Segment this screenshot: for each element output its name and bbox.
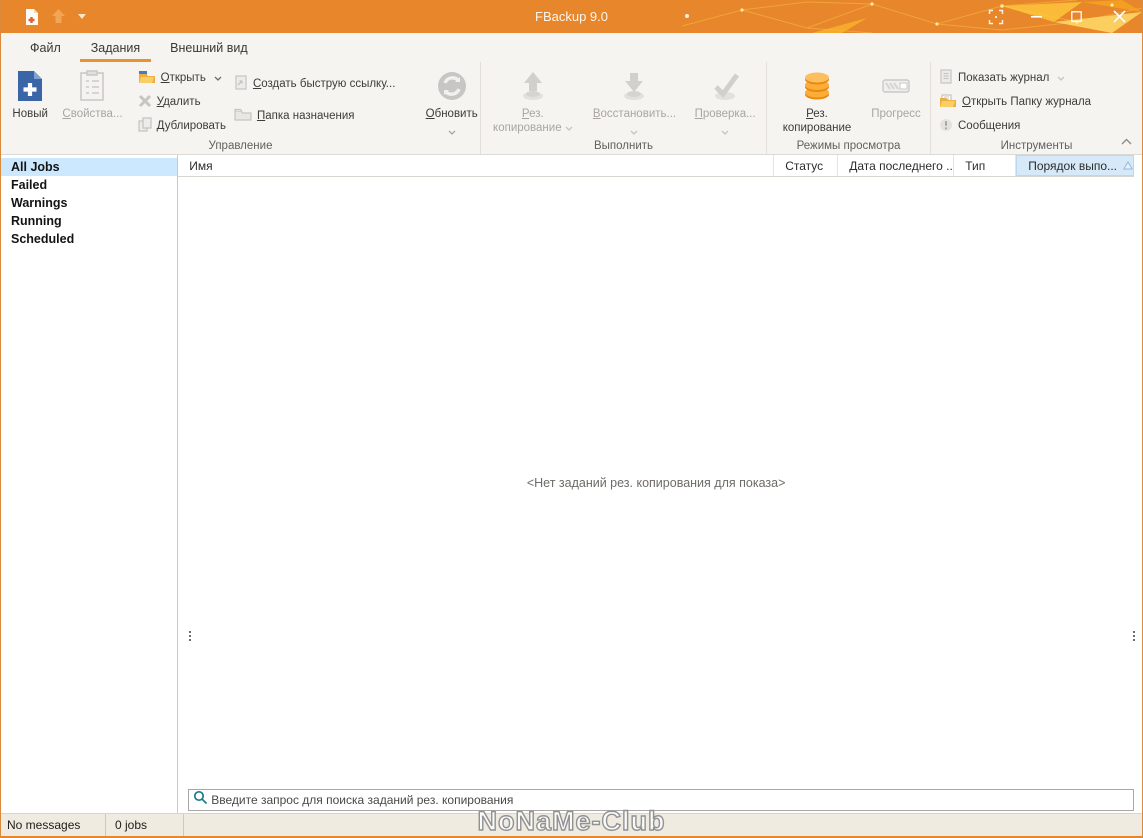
manage-small-column-2: Создать быструю ссылку... Папка назначен…	[234, 62, 395, 124]
fullscreen-button[interactable]	[976, 0, 1016, 33]
tab-jobs[interactable]: Задания	[76, 33, 155, 62]
statusbar: No messages 0 jobs NoNaMe-Club	[1, 813, 1142, 836]
chevron-down-icon	[630, 122, 638, 140]
app-window: FBackup 9.0	[0, 0, 1143, 838]
delete-button[interactable]: Удалить	[138, 94, 226, 110]
log-document-icon	[939, 69, 953, 87]
open-button[interactable]: Открыть	[138, 70, 226, 86]
properties-button[interactable]: Свойства...	[57, 62, 127, 121]
splitter-grip-right[interactable]	[1133, 631, 1135, 641]
new-job-button[interactable]: Новый	[7, 62, 53, 121]
open-log-folder-icon	[939, 94, 957, 111]
ribbon-group-manage: Новый Свойства... Открыть	[1, 62, 480, 154]
new-document-icon	[16, 68, 44, 104]
tab-file[interactable]: Файл	[15, 33, 76, 62]
jobs-list-empty-area: <Нет заданий рез. копирования для показа…	[178, 177, 1134, 789]
tab-appearance[interactable]: Внешний вид	[155, 33, 262, 62]
backup-up-arrow-icon	[517, 68, 549, 104]
quick-access-caret-icon[interactable]	[78, 14, 86, 19]
sidebar-item-failed[interactable]: Failed	[1, 176, 177, 194]
splitter-grip-left[interactable]	[189, 631, 191, 641]
ribbon-group-tools: Показать журнал Открыть Папку журнала	[930, 62, 1142, 154]
maximize-button[interactable]	[1056, 0, 1096, 33]
column-header-name[interactable]: Имя	[178, 155, 774, 176]
titlebar: FBackup 9.0	[1, 0, 1142, 33]
sidebar: All Jobs Failed Warnings Running Schedul…	[1, 155, 178, 813]
collapse-ribbon-button[interactable]	[1121, 132, 1132, 150]
checkmark-icon	[709, 68, 741, 104]
destination-folder-button[interactable]: Папка назначения	[234, 108, 395, 124]
sidebar-item-scheduled[interactable]: Scheduled	[1, 230, 177, 248]
exclamation-circle-icon	[939, 118, 953, 135]
ribbon-group-execute: Рез. копирование Восстановить... Проверк	[480, 62, 766, 154]
show-log-button[interactable]: Показать журнал	[939, 70, 1091, 86]
open-log-folder-button[interactable]: Открыть Папку журнала	[939, 94, 1091, 110]
sort-ascending-icon	[1123, 161, 1133, 170]
jobs-pane: Имя Статус Дата последнего ... Тип Поряд…	[178, 155, 1142, 813]
create-quick-shortcut-button[interactable]: Создать быструю ссылку...	[234, 76, 395, 92]
column-header-last-date[interactable]: Дата последнего ...	[838, 155, 954, 176]
sidebar-item-running[interactable]: Running	[1, 212, 177, 230]
tools-column: Показать журнал Открыть Папку журнала	[939, 62, 1091, 134]
main-content: All Jobs Failed Warnings Running Schedul…	[1, 155, 1142, 813]
ribbon: Новый Свойства... Открыть	[1, 62, 1142, 155]
search-input[interactable]	[211, 793, 1129, 807]
refresh-button[interactable]: Обновить	[423, 62, 480, 140]
watermark: NoNaMe-Club	[478, 806, 666, 837]
chevron-down-icon	[1057, 72, 1065, 84]
restore-button[interactable]: Восстановить...	[586, 62, 682, 140]
open-folder-icon	[138, 70, 156, 87]
delete-x-icon	[138, 94, 152, 111]
backup-button[interactable]: Рез. копирование	[483, 62, 583, 135]
window-controls	[976, 0, 1142, 33]
chevron-down-icon	[214, 72, 222, 84]
database-stack-icon	[801, 68, 833, 104]
folder-icon	[234, 108, 252, 124]
menubar: Файл Задания Внешний вид	[1, 33, 1142, 62]
ribbon-group-views: Рез.копирование Прогресс Режимы просмотр…	[766, 62, 930, 154]
new-document-icon[interactable]	[25, 8, 39, 26]
chevron-down-icon	[565, 122, 573, 134]
chevron-down-icon	[721, 122, 729, 140]
group-label-views: Режимы просмотра	[767, 140, 930, 152]
minimize-button[interactable]	[1016, 0, 1056, 33]
quick-access-toolbar	[1, 8, 86, 26]
search-icon	[193, 790, 208, 810]
column-header-type[interactable]: Тип	[954, 155, 1016, 176]
duplicate-button[interactable]: Дублировать	[138, 118, 226, 134]
clipboard-icon	[79, 68, 105, 104]
test-button[interactable]: Проверка...	[686, 62, 764, 140]
manage-small-column-1: Открыть Удалить	[138, 62, 226, 134]
refresh-globe-icon	[436, 68, 468, 104]
window-title: FBackup 9.0	[535, 9, 608, 24]
status-messages: No messages	[1, 814, 106, 836]
progress-bar-icon	[881, 68, 911, 104]
sidebar-item-all-jobs[interactable]: All Jobs	[1, 158, 177, 176]
status-jobs-count: 0 jobs	[106, 814, 184, 836]
view-backup-button[interactable]: Рез.копирование	[769, 62, 865, 135]
restore-down-arrow-icon	[618, 68, 650, 104]
column-header-status[interactable]: Статус	[774, 155, 838, 176]
group-label-tools: Инструменты	[931, 140, 1142, 152]
empty-jobs-message: <Нет заданий рез. копирования для показа…	[527, 476, 786, 490]
close-button[interactable]	[1096, 0, 1142, 33]
shortcut-icon	[234, 75, 248, 93]
group-label-manage: Управление	[1, 140, 480, 152]
copy-icon	[138, 117, 152, 135]
group-label-execute: Выполнить	[481, 140, 766, 152]
backup-arrow-icon[interactable]	[50, 8, 67, 25]
messages-button[interactable]: Сообщения	[939, 118, 1091, 134]
table-header: Имя Статус Дата последнего ... Тип Поряд…	[178, 155, 1134, 177]
sidebar-item-warnings[interactable]: Warnings	[1, 194, 177, 212]
chevron-down-icon	[448, 122, 456, 140]
column-header-run-order[interactable]: Порядок выпо...	[1016, 155, 1134, 176]
titlebar-dot	[685, 14, 689, 18]
view-progress-button[interactable]: Прогресс	[865, 62, 927, 121]
